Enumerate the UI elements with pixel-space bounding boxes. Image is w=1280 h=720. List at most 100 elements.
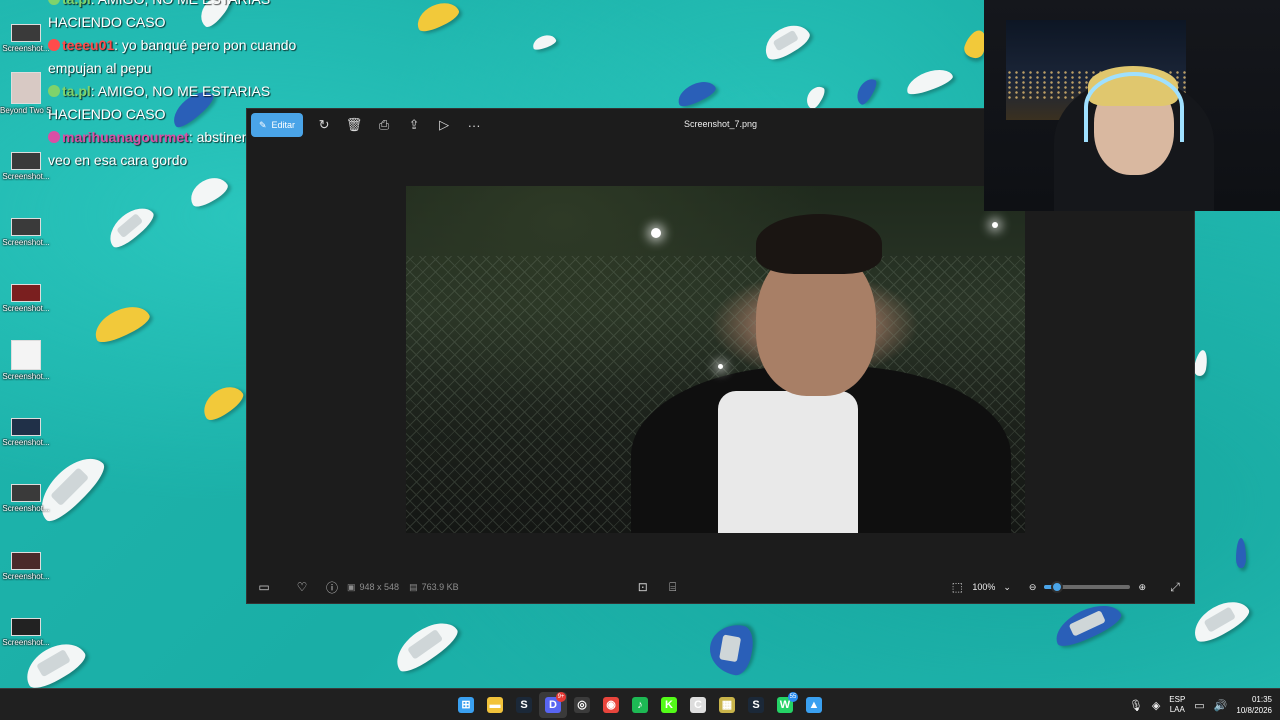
taskbar-app-start[interactable]: ⊞ [452, 692, 480, 718]
taskbar-app-obs[interactable]: ◎ [568, 692, 596, 718]
delete-icon: 🗑 [345, 117, 363, 132]
taskbar-app-kick[interactable]: K [655, 692, 683, 718]
chat-message-text: veo en esa cara gordo [48, 152, 188, 168]
chat-message-line: ta.pl: AMIGO, NO ME ESTARIAS [48, 80, 388, 103]
photo-light [992, 222, 998, 228]
display-icon[interactable]: ▭ [1194, 699, 1204, 712]
delete-button[interactable]: 🗑 [339, 112, 369, 138]
zoom-controls: 100% ⌄ ⊖ ⊕ [972, 581, 1146, 593]
more-icon: ··· [467, 117, 481, 133]
favorite-button[interactable]: ♡ [287, 574, 317, 600]
taskbar-app-file-explorer[interactable]: ▬ [481, 692, 509, 718]
cursor-icon: C [690, 697, 706, 713]
share-icon: ⇪ [408, 117, 420, 132]
dimensions-icon: ▣ [347, 581, 356, 592]
zoom-out-icon[interactable]: ⊖ [1029, 582, 1037, 593]
clock[interactable]: 01:35 10/8/2026 [1236, 694, 1272, 716]
volume-icon[interactable]: 🔊 [1214, 699, 1228, 712]
desktop-icon[interactable]: Screenshot... [0, 24, 52, 53]
edit-icon: ✎ [259, 119, 267, 130]
zoom-slider[interactable] [1044, 581, 1131, 593]
info-button[interactable]: ⓘ [317, 574, 347, 600]
zoom-slider-thumb[interactable] [1051, 581, 1064, 593]
chat-message-text: : AMIGO, NO ME ESTARIAS [90, 83, 271, 99]
taskbar-app-steam[interactable]: S [510, 692, 538, 718]
photo-view[interactable] [406, 186, 1025, 533]
file-thumbnail-icon [11, 552, 41, 570]
chat-message-text: HACIENDO CASO [48, 106, 166, 122]
obs-icon: ◎ [574, 697, 590, 713]
taskbar-app-cursor[interactable]: C [684, 692, 712, 718]
photo-person-hair [756, 214, 882, 274]
microphone-icon[interactable]: 🎙 [1129, 699, 1143, 712]
start-icon: ⊞ [458, 697, 474, 713]
chat-badge-icon [48, 131, 60, 143]
file-size: ▤ 763.9 KB [409, 581, 459, 593]
taskbar-app-photos[interactable]: ▲ [800, 692, 828, 718]
info-icon: ⓘ [325, 580, 338, 595]
rotate-icon: ↻ [318, 117, 330, 132]
file-thumbnail-icon [11, 218, 41, 236]
taskbar-app-whatsapp[interactable]: W 55 [771, 692, 799, 718]
webcam-overlay [984, 0, 1280, 211]
chat-username: ta.pl [62, 83, 91, 99]
file-size-icon: ▤ [409, 581, 418, 592]
image-dimensions: ▣ 948 x 548 [347, 581, 400, 593]
chat-badge-icon [48, 0, 60, 5]
share-button[interactable]: ⇪ [399, 112, 429, 138]
notification-badge: 55 [788, 692, 798, 702]
slideshow-button[interactable]: ▷ [429, 112, 459, 138]
photo-light [718, 364, 723, 369]
file-thumbnail-icon [11, 484, 41, 502]
notification-badge: 9+ [556, 692, 566, 702]
taskbar-app-chrome[interactable]: ◉ [597, 692, 625, 718]
steam-2-icon: S [748, 697, 764, 713]
chat-username: teeeu01 [62, 37, 115, 53]
print-button[interactable]: ⎙ [369, 112, 399, 138]
filmstrip-button[interactable]: ▭ [249, 574, 279, 600]
zoom-level[interactable]: 100% [972, 582, 995, 592]
desktop-icon[interactable]: Screenshot... [0, 418, 52, 447]
desktop-icon[interactable]: Beyond Two Souls [0, 72, 52, 115]
desktop-icon[interactable]: Screenshot... [0, 152, 52, 181]
desktop-icon[interactable]: Screenshot... [0, 218, 52, 247]
steam-icon: S [516, 697, 532, 713]
edit-button[interactable]: ✎ Editar [251, 113, 304, 137]
desktop-icon[interactable]: Screenshot... [0, 484, 52, 513]
text-scan-button[interactable]: ⌸ [658, 574, 688, 600]
visual-search-button[interactable]: ⊡ [628, 574, 658, 600]
language-indicator[interactable]: ESP LAA [1169, 695, 1185, 715]
desktop-icon[interactable]: Screenshot... [0, 340, 52, 381]
chat-badge-icon [48, 85, 60, 97]
chat-username: ta.pl [62, 0, 91, 7]
zoom-in-icon[interactable]: ⊕ [1138, 582, 1146, 593]
fit-icon: ⬚ [951, 580, 963, 594]
chat-message-line: teeeu01: yo banqué pero pon cuando [48, 34, 388, 57]
chat-message-text: HACIENDO CASO [48, 14, 166, 30]
print-icon: ⎙ [378, 117, 390, 132]
taskbar-app-discord[interactable]: D 9+ [539, 692, 567, 718]
system-tray: 🎙 ◈ ESP LAA ▭ 🔊 01:35 10/8/2026 [1129, 689, 1272, 720]
desktop-icon[interactable]: Screenshot... [0, 552, 52, 581]
desktop-icon[interactable]: Screenshot... [0, 284, 52, 313]
chat-badge-icon [48, 39, 60, 51]
chevron-down-icon[interactable]: ⌄ [1003, 582, 1011, 593]
spotify-icon: ♪ [632, 697, 648, 713]
chat-username: marihuanagourmet [62, 129, 189, 145]
fit-to-window-button[interactable]: ⬚ [942, 574, 972, 600]
network-icon[interactable]: ◈ [1152, 699, 1160, 712]
taskbar: ⊞ ▬ S D 9+ ◎ ◉ ♪ K C ▦ S W 55 ▲ 🎙 ◈ ESP LAA ▭ 🔊 01:35 … [0, 688, 1280, 720]
desktop-icon[interactable]: Screenshot... [0, 618, 52, 647]
document-thumbnail-icon [11, 340, 41, 370]
heart-icon: ♡ [296, 580, 308, 594]
taskbar-app-steam-2[interactable]: S [742, 692, 770, 718]
fullscreen-button[interactable]: ⤢ [1160, 574, 1190, 600]
slideshow-icon: ▷ [439, 117, 450, 132]
rotate-button[interactable]: ↻ [309, 112, 339, 138]
file-thumbnail-icon [11, 418, 41, 436]
chat-message-text: : AMIGO, NO ME ESTARIAS [91, 0, 270, 7]
more-button[interactable]: ··· [459, 112, 489, 138]
taskbar-app-game[interactable]: ▦ [713, 692, 741, 718]
file-thumbnail-icon [11, 618, 41, 636]
taskbar-app-spotify[interactable]: ♪ [626, 692, 654, 718]
